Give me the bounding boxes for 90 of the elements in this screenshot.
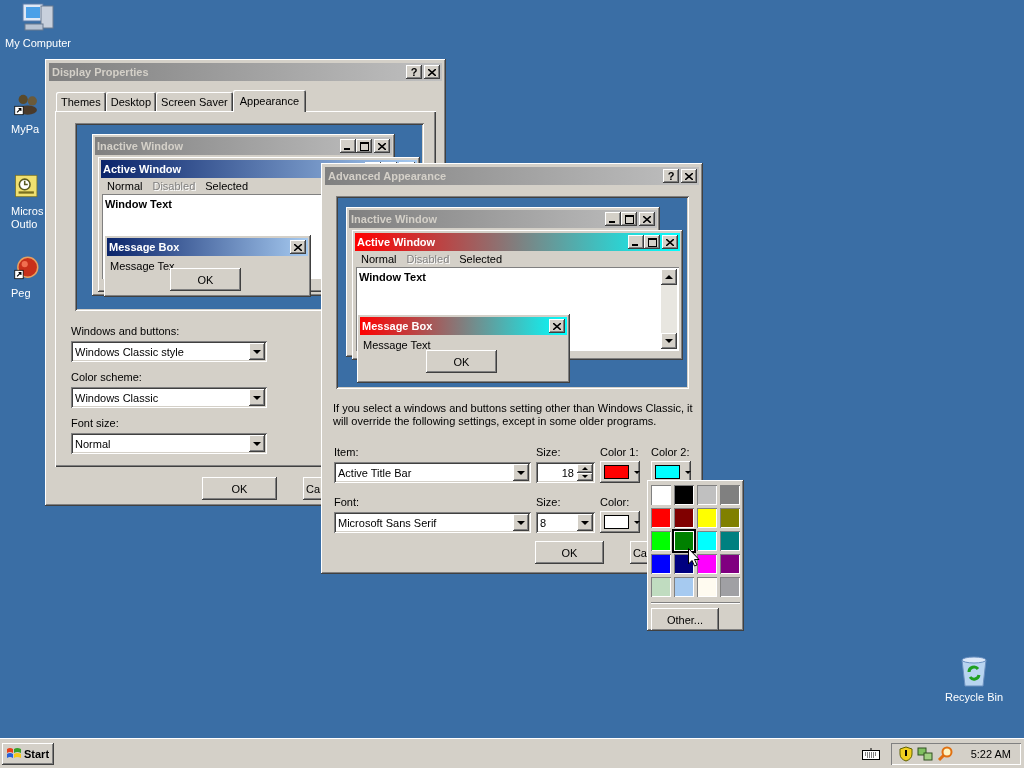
close-icon [639, 212, 655, 226]
color-swatch[interactable] [674, 485, 694, 505]
field-label: Color 2: [651, 446, 690, 458]
menu-item: Disabled [151, 180, 197, 192]
color-swatch[interactable] [674, 508, 694, 528]
color-swatch[interactable] [720, 531, 740, 551]
tab[interactable]: Themes [56, 92, 106, 111]
color-picker-button[interactable] [600, 511, 640, 533]
windows-flag-icon [6, 746, 22, 761]
menu-item: Disabled [405, 253, 451, 265]
window-title: Inactive Window [97, 140, 184, 152]
color-swatch[interactable] [697, 485, 717, 505]
message-text: Message Text [362, 338, 431, 351]
color-swatch[interactable] [651, 577, 671, 597]
dialog-button[interactable]: OK [202, 477, 277, 500]
color-swatch[interactable] [697, 508, 717, 528]
maximize-icon [356, 139, 372, 153]
minimize-icon [605, 212, 621, 226]
ok-button[interactable]: OK [170, 268, 241, 291]
color-swatch[interactable] [651, 485, 671, 505]
maximize-icon [644, 235, 660, 249]
color-swatch[interactable] [720, 485, 740, 505]
field-label: Color scheme: [71, 371, 142, 383]
color-swatch[interactable] [674, 531, 694, 551]
close-icon [662, 235, 678, 249]
color-swatch[interactable] [697, 577, 717, 597]
color-swatch[interactable] [720, 554, 740, 574]
color-swatch[interactable] [651, 508, 671, 528]
desktop-icon-label[interactable]: Recycle Bin [944, 691, 1004, 704]
field-label: Color 1: [600, 446, 639, 458]
close-icon [374, 139, 390, 153]
font-dropdown[interactable]: Microsoft Sans Serif [334, 512, 531, 533]
color-swatch[interactable] [697, 554, 717, 574]
color-swatch[interactable] [720, 577, 740, 597]
close-icon [428, 68, 436, 76]
network-icon[interactable] [916, 745, 933, 762]
keyboard-icon[interactable] [861, 747, 880, 760]
color-swatch[interactable] [697, 531, 717, 551]
window-title: Message Box [362, 320, 433, 332]
magnifier-icon[interactable] [936, 745, 953, 762]
field-label: Windows and buttons: [71, 325, 180, 337]
desktop-icon-label[interactable]: Peg [11, 287, 31, 300]
tab[interactable]: Desktop [105, 92, 157, 111]
window-title: Message Box [109, 241, 180, 253]
desktop-icon-label[interactable]: Micros Outlo [11, 205, 44, 231]
minimize-icon [340, 139, 356, 153]
color-picker-button[interactable] [600, 461, 640, 483]
field-label: Font: [334, 496, 360, 508]
window-text: Window Text [359, 271, 426, 283]
ok-button[interactable]: OK [426, 350, 497, 373]
field-label: Font size: [71, 417, 119, 429]
other-colors-button[interactable]: Other... [651, 608, 719, 631]
item-dropdown[interactable]: Active Title Bar [334, 462, 531, 483]
tab[interactable]: Appearance [232, 90, 307, 112]
dropdown[interactable]: Windows Classic [71, 387, 267, 408]
field-label: Size: [536, 446, 561, 458]
window-title: Active Window [357, 236, 436, 248]
field-label: Item: [334, 446, 359, 458]
dropdown[interactable]: Normal [71, 433, 267, 454]
start-button[interactable]: Start [2, 742, 54, 765]
info-text: If you select a windows and buttons setting other than Windows Classic, it will override the following settings, except in some older programs. [333, 402, 694, 428]
dialog-button[interactable]: OK [535, 541, 604, 564]
window-title: Inactive Window [351, 213, 438, 225]
minimize-icon [628, 235, 644, 249]
color-swatch[interactable] [674, 577, 694, 597]
tab[interactable]: Screen Saver [156, 92, 233, 111]
desktop-icon-label[interactable]: MyPa [11, 123, 40, 136]
cursor-icon [688, 548, 700, 567]
maximize-icon [621, 212, 637, 226]
size-spinner[interactable]: 18 [536, 462, 595, 483]
close-icon [549, 319, 565, 333]
window-text: Window Text [105, 198, 172, 210]
color-swatch[interactable] [651, 531, 671, 551]
desktop-icon-label[interactable]: My Computer [5, 37, 71, 50]
window-title: Display Properties [52, 66, 149, 78]
window-title: Active Window [103, 163, 182, 175]
font-size-dropdown[interactable]: 8 [536, 512, 595, 533]
close-icon [685, 172, 693, 180]
color-swatch[interactable] [651, 554, 671, 574]
close-icon [290, 240, 306, 254]
clock[interactable]: 5:22 AM [970, 747, 1011, 760]
recycle-bin-icon[interactable] [959, 656, 989, 688]
dropdown[interactable]: Windows Classic style [71, 341, 267, 362]
field-label: Color: [600, 496, 630, 508]
field-label: Size: [536, 496, 561, 508]
shield-icon[interactable] [898, 745, 913, 762]
color-picker-button[interactable] [651, 461, 691, 483]
computer-icon[interactable] [21, 2, 55, 34]
window-title: Advanced Appearance [328, 170, 447, 182]
color-swatch[interactable] [720, 508, 740, 528]
